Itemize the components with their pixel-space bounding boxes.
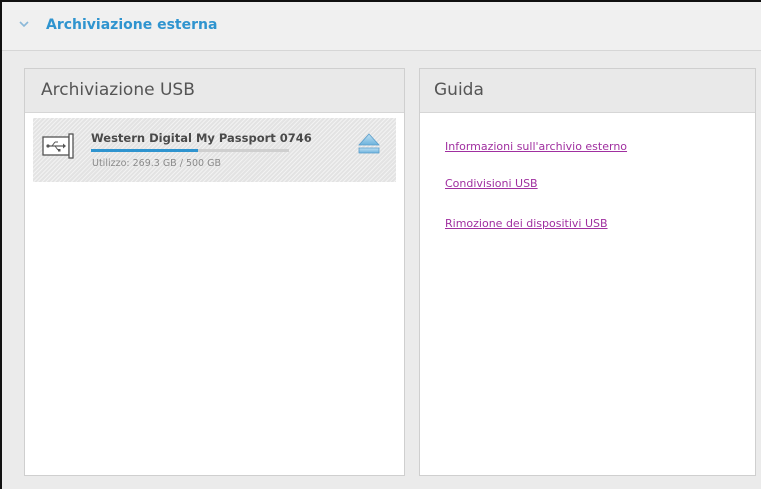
guide-panel-title: Guida [434,80,484,100]
eject-icon[interactable] [357,131,381,157]
guide-link-external-storage-info[interactable]: Informazioni sull'archivio esterno [445,140,627,153]
usage-label: Utilizzo: 269.3 GB / 500 GB [92,158,221,169]
usage-bar-fill [91,149,198,152]
usb-panel-header: Archiviazione USB [25,69,404,113]
usb-storage-panel: Archiviazione USB Western Digital My Pas… [24,68,405,476]
usb-device-row[interactable]: Western Digital My Passport 0746 Utilizz… [33,118,396,182]
guide-link-usb-shares[interactable]: Condivisioni USB [445,177,538,190]
device-name: Western Digital My Passport 0746 [91,131,312,145]
chevron-down-icon [19,21,29,28]
app-frame: Archiviazione esterna Archiviazione USB … [0,0,761,489]
guide-link-remove-usb-devices[interactable]: Rimozione dei dispositivi USB [445,217,608,230]
section-title: Archiviazione esterna [46,17,218,33]
guide-panel-header: Guida [420,69,755,113]
usb-drive-icon [42,133,74,159]
usage-bar [91,149,289,152]
guide-panel: Guida Informazioni sull'archivio esterno… [419,68,756,476]
section-header-external-storage[interactable]: Archiviazione esterna [2,2,761,51]
usb-panel-title: Archiviazione USB [41,80,195,100]
